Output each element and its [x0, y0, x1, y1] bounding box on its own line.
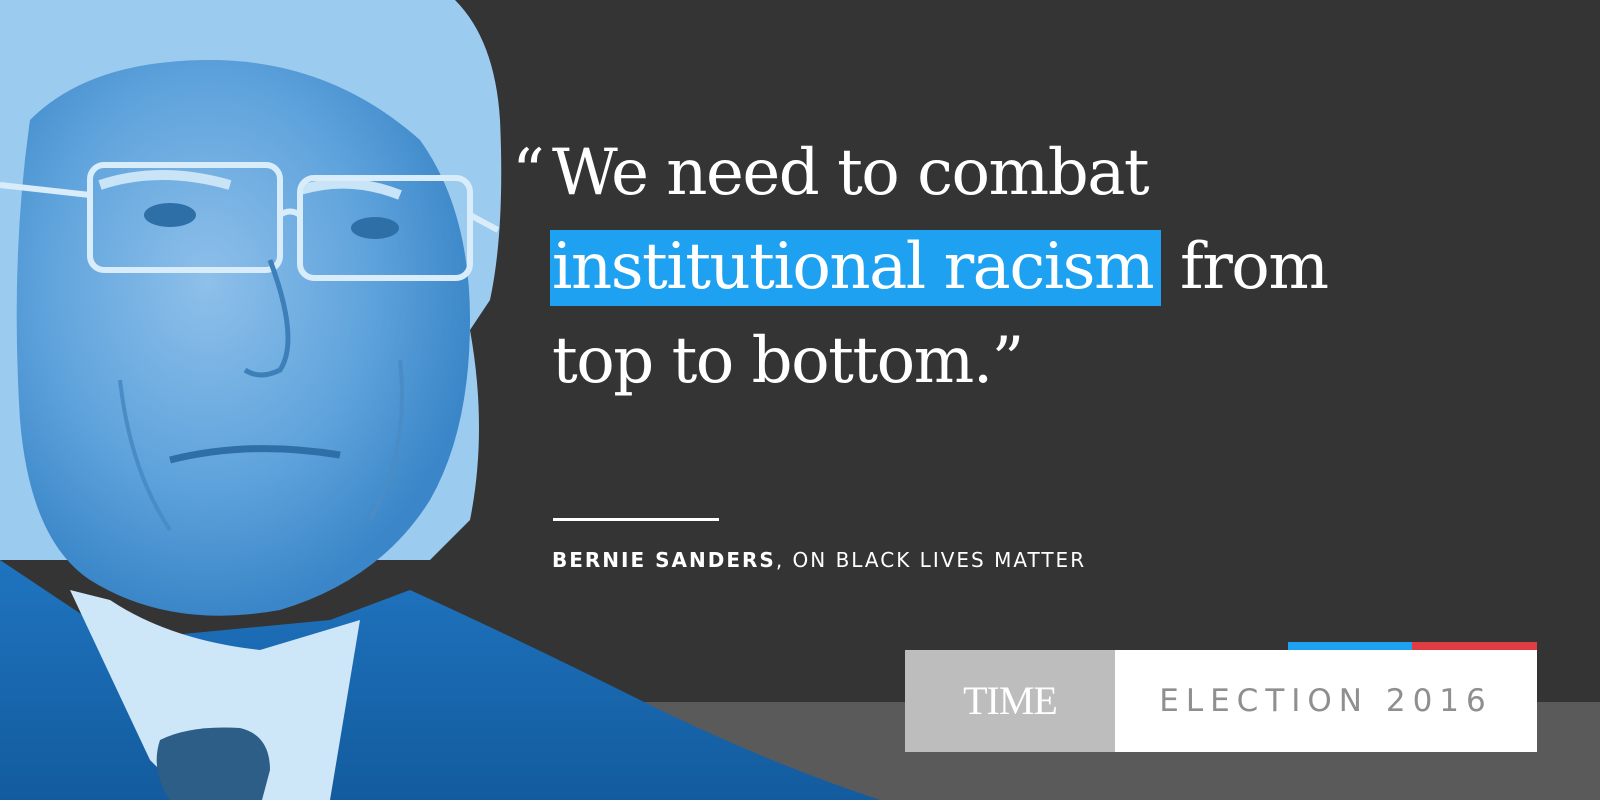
brand-accent-blue	[1288, 642, 1412, 650]
quote-topic: , ON BLACK LIVES MATTER	[775, 548, 1087, 572]
open-quote-mark: “	[512, 136, 545, 210]
quote-line-3: top to bottom.”	[552, 324, 1024, 398]
election-label: ELECTION 2016	[1115, 650, 1537, 752]
brand-badge: TIME ELECTION 2016	[905, 642, 1537, 752]
quote-line-2-rest: from	[1180, 230, 1329, 304]
quote-line-1-text: We need to combat	[552, 136, 1150, 210]
quote-line-2: institutional racism from	[512, 220, 1532, 314]
brand-accent-red	[1412, 642, 1537, 650]
divider-rule	[553, 518, 719, 521]
quote-card: { "quote": { "open_mark": "\u201c", "lin…	[0, 0, 1600, 800]
quote-text: “We need to combat institutional racism …	[512, 126, 1532, 408]
highlighted-phrase: institutional racism	[550, 230, 1162, 306]
quote-line-1: “We need to combat	[512, 126, 1532, 220]
tie-shape	[156, 727, 270, 800]
attribution: BERNIE SANDERS, ON BLACK LIVES MATTER	[552, 548, 1086, 572]
speaker-name: BERNIE SANDERS	[552, 548, 776, 572]
time-logo: TIME	[905, 650, 1115, 752]
face-shape	[16, 60, 471, 616]
